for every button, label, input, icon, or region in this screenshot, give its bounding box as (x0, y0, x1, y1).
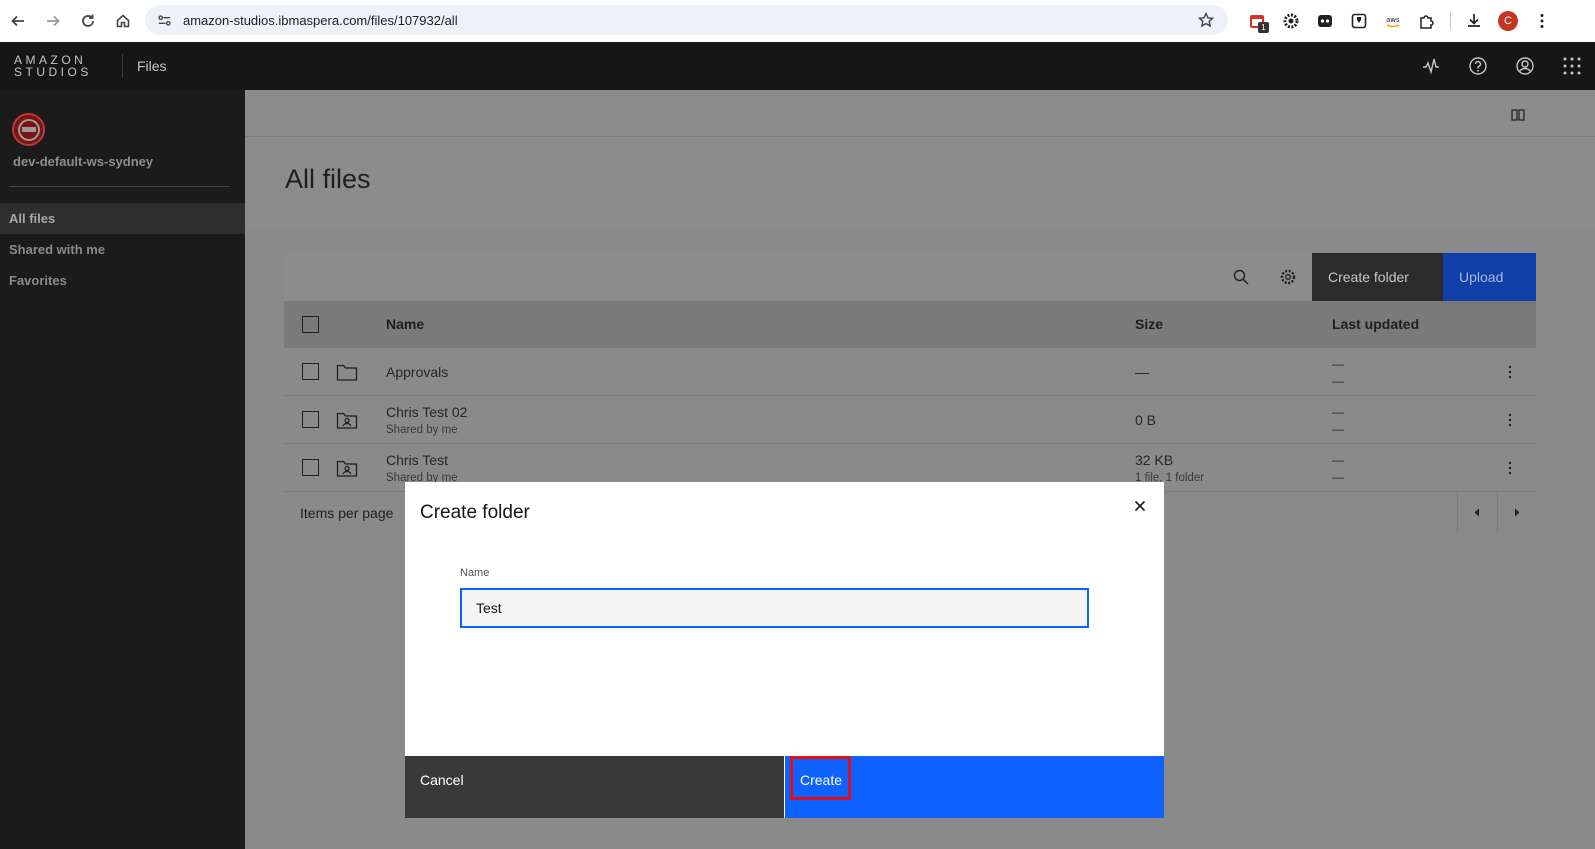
star-icon[interactable] (1198, 12, 1214, 28)
home-icon[interactable] (106, 4, 140, 38)
reload-icon[interactable] (71, 4, 105, 38)
table-row[interactable]: Chris Test 02 Shared by me 0 B — — (284, 396, 1536, 444)
file-name[interactable]: Chris Test (386, 452, 448, 468)
ext-shield-icon[interactable] (1342, 4, 1376, 38)
file-size: — (1135, 364, 1149, 380)
last-updated: — — (1332, 453, 1344, 484)
workspace-name[interactable]: dev-default-ws-sydney (13, 154, 153, 169)
profile-avatar[interactable]: C (1491, 4, 1525, 38)
download-icon[interactable] (1457, 4, 1491, 38)
row-checkbox[interactable] (302, 459, 319, 476)
search-icon[interactable] (1232, 268, 1250, 286)
table-toolbar: Create folder Upload (284, 253, 1536, 301)
file-size: 0 B (1135, 412, 1157, 428)
column-header-name[interactable]: Name (386, 316, 424, 332)
header-actions (1407, 42, 1595, 90)
main-top-bar (245, 90, 1595, 137)
close-icon[interactable] (1132, 498, 1148, 514)
previous-page-icon[interactable] (1473, 508, 1481, 517)
address-bar[interactable]: amazon-studios.ibmaspera.com/files/10793… (145, 5, 1228, 35)
overflow-menu-icon[interactable] (1508, 365, 1512, 379)
workspace-logo (12, 113, 45, 146)
overflow-menu-icon[interactable] (1508, 461, 1512, 475)
name-field-label: Name (460, 567, 490, 579)
panel-toggle-icon[interactable] (1511, 109, 1525, 121)
ext-ghost-icon[interactable] (1308, 4, 1342, 38)
app-switcher-icon[interactable] (1548, 42, 1595, 90)
ext-gear-icon[interactable] (1274, 4, 1308, 38)
create-folder-button[interactable]: Create folder (1312, 253, 1443, 301)
next-page-icon[interactable] (1513, 508, 1521, 517)
kebab-menu-icon[interactable] (1525, 4, 1559, 38)
activity-icon[interactable] (1407, 42, 1454, 90)
ext-puzzle-icon[interactable] (1410, 4, 1444, 38)
file-name[interactable]: Approvals (386, 364, 448, 380)
folder-name-input[interactable] (460, 588, 1089, 628)
cancel-button[interactable]: Cancel (405, 756, 784, 818)
file-name[interactable]: Chris Test 02 (386, 404, 467, 420)
column-header-size[interactable]: Size (1135, 316, 1163, 332)
table-header: Name Size Last updated (284, 301, 1536, 348)
upload-button[interactable]: Upload (1443, 253, 1536, 301)
sidebar-item-all-files[interactable]: All files (0, 203, 245, 234)
profile-initial: C (1498, 11, 1518, 31)
last-updated: — — (1332, 405, 1344, 436)
svg-text:aws: aws (1386, 16, 1400, 24)
site-info-icon[interactable] (149, 5, 179, 35)
select-all-checkbox[interactable] (302, 316, 319, 333)
app-title[interactable]: Files (137, 58, 167, 74)
extension-badge: 1 (1258, 22, 1269, 33)
sidebar: dev-default-ws-sydney All files Shared w… (0, 90, 245, 849)
create-folder-modal: Create folder Name Cancel Create (405, 482, 1164, 818)
ext-amazon-icon[interactable]: aws (1376, 4, 1410, 38)
app-header: AMAZON STUDIOS Files (0, 42, 1595, 90)
create-button-highlight (790, 756, 851, 800)
modal-title: Create folder (420, 502, 530, 523)
items-per-page-label: Items per page (300, 505, 394, 521)
back-icon[interactable] (1, 4, 35, 38)
page-title: All files (285, 164, 371, 194)
overflow-menu-icon[interactable] (1508, 413, 1512, 427)
ext-calendar-icon[interactable]: 1 (1240, 4, 1274, 38)
column-header-last-updated[interactable]: Last updated (1332, 316, 1419, 332)
logo-line-2: STUDIOS (14, 65, 92, 79)
folder-icon (336, 364, 358, 381)
extensions-bar: 1 aws C (1240, 4, 1559, 38)
file-size: 32 KB (1135, 452, 1174, 468)
toolbar-divider (1450, 12, 1451, 30)
sidebar-item-shared-with-me[interactable]: Shared with me (0, 234, 245, 265)
user-icon[interactable] (1501, 42, 1548, 90)
help-icon[interactable] (1454, 42, 1501, 90)
table-row[interactable]: Approvals — — — (284, 348, 1536, 396)
header-divider (122, 54, 123, 78)
sidebar-item-favorites[interactable]: Favorites (0, 265, 245, 296)
settings-icon[interactable] (1279, 268, 1297, 286)
last-updated: — — (1332, 357, 1344, 388)
shared-folder-icon (336, 412, 358, 429)
sidebar-divider (9, 186, 229, 187)
url-text[interactable]: amazon-studios.ibmaspera.com/files/10793… (183, 13, 458, 28)
shared-folder-icon (336, 460, 358, 477)
file-subtitle: Shared by me (386, 424, 458, 436)
forward-icon[interactable] (36, 4, 70, 38)
pager-divider (1497, 492, 1498, 533)
amazon-studios-logo[interactable]: AMAZON STUDIOS (14, 54, 94, 78)
row-checkbox[interactable] (302, 411, 319, 428)
row-checkbox[interactable] (302, 363, 319, 380)
pager-divider (1457, 492, 1458, 533)
